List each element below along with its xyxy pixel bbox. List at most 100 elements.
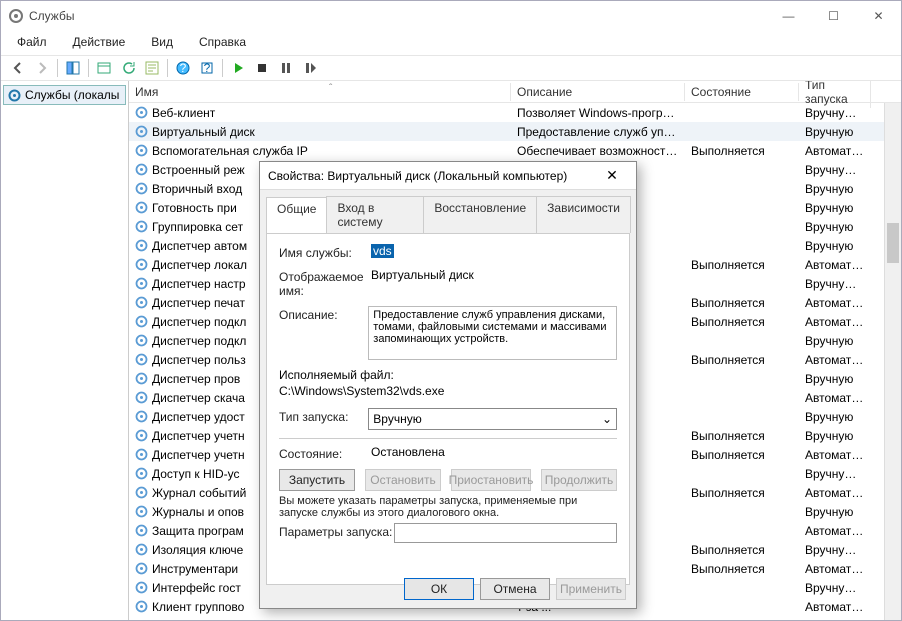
service-state-value: Остановлена	[371, 445, 617, 459]
restart-service-button[interactable]	[299, 57, 321, 79]
service-state: Выполняется	[685, 258, 799, 272]
gear-icon	[135, 125, 148, 138]
service-desc: Позволяет Windows-програ...	[511, 106, 685, 120]
service-startup: Автоматиче...	[799, 258, 871, 272]
gear-icon	[135, 410, 148, 423]
service-properties-dialog: Свойства: Виртуальный диск (Локальный ко…	[259, 161, 637, 609]
service-name: Встроенный реж	[152, 163, 245, 177]
service-name: Веб-клиент	[152, 106, 215, 120]
service-name: Изоляция ключе	[152, 543, 243, 557]
service-startup: Вручную	[799, 334, 871, 348]
tree-node-label: Службы (локалы	[25, 88, 119, 102]
dialog-titlebar: Свойства: Виртуальный диск (Локальный ко…	[260, 162, 636, 190]
service-name: Виртуальный диск	[152, 125, 255, 139]
service-name: Интерфейс гост	[152, 581, 241, 595]
gear-icon	[135, 201, 148, 214]
service-name: Готовность при	[152, 201, 237, 215]
menu-file[interactable]: Файл	[13, 33, 51, 51]
help-button-2[interactable]: ?	[196, 57, 218, 79]
service-name: Вспомогательная служба IP	[152, 144, 308, 158]
col-header-name[interactable]: Имя	[129, 83, 511, 101]
ok-button[interactable]: ОК	[404, 578, 474, 600]
tree-sidebar: Службы (локалы	[1, 81, 129, 620]
tab-dependencies[interactable]: Зависимости	[536, 196, 631, 233]
maximize-button[interactable]: ☐	[811, 1, 856, 31]
vertical-scrollbar[interactable]	[884, 103, 901, 620]
tree-node-services-local[interactable]: Службы (локалы	[3, 85, 126, 105]
dialog-tabs: Общие Вход в систему Восстановление Зави…	[260, 190, 636, 233]
service-row[interactable]: Веб-клиент Позволяет Windows-програ... Вру…	[129, 103, 901, 122]
show-hide-tree-button[interactable]	[62, 57, 84, 79]
service-state: Выполняется	[685, 543, 799, 557]
stop-button: Остановить	[365, 469, 441, 491]
tab-general[interactable]: Общие	[266, 197, 327, 234]
description-box[interactable]: Предоставление служб управления дисками,…	[368, 306, 617, 360]
cancel-button[interactable]: Отмена	[480, 578, 550, 600]
service-startup: Автоматиче...	[799, 296, 871, 310]
back-button[interactable]	[7, 57, 29, 79]
service-name: Клиент группово	[152, 600, 244, 614]
col-header-startup[interactable]: Тип запуска	[799, 81, 871, 108]
forward-button[interactable]	[31, 57, 53, 79]
service-state: Выполняется	[685, 296, 799, 310]
service-name: Диспетчер учетн	[152, 429, 245, 443]
gear-icon	[135, 182, 148, 195]
service-startup: Автоматиче...	[799, 448, 871, 462]
service-startup: Автоматиче...	[799, 315, 871, 329]
gear-icon	[135, 258, 148, 271]
main-titlebar: Службы — ☐ ✕	[1, 1, 901, 31]
service-startup: Вручную (ак...	[799, 106, 871, 120]
stop-service-button[interactable]	[251, 57, 273, 79]
service-startup: Вручную	[799, 201, 871, 215]
sort-asc-icon: ˆ	[329, 83, 332, 94]
gear-icon	[135, 543, 148, 556]
col-header-state[interactable]: Состояние	[685, 83, 799, 101]
menu-view[interactable]: Вид	[147, 33, 177, 51]
start-button[interactable]: Запустить	[279, 469, 355, 491]
tab-recovery[interactable]: Восстановление	[423, 196, 537, 233]
startup-type-select[interactable]: Вручную ⌄	[368, 408, 617, 430]
dialog-close-button[interactable]: ✕	[596, 167, 628, 184]
service-startup: Автоматиче...	[799, 391, 871, 405]
service-name: Диспетчер польз	[152, 353, 246, 367]
menu-action[interactable]: Действие	[69, 33, 130, 51]
service-startup: Вручную (ак...	[799, 581, 871, 595]
close-button[interactable]: ✕	[856, 1, 901, 31]
service-startup: Вручную (ак...	[799, 543, 871, 557]
col-header-description[interactable]: Описание	[511, 83, 685, 101]
service-state: Выполняется	[685, 144, 799, 158]
start-params-input[interactable]	[394, 523, 617, 543]
scrollbar-thumb[interactable]	[887, 223, 899, 263]
gear-icon	[135, 467, 148, 480]
gear-icon	[135, 315, 148, 328]
service-startup: Автоматиче...	[799, 144, 871, 158]
gear-icon	[135, 448, 148, 461]
start-params-note: Вы можете указать параметры запуска, при…	[279, 495, 617, 519]
service-row[interactable]: Виртуальный дискПредоставление служб упр…	[129, 122, 901, 141]
refresh-button[interactable]	[117, 57, 139, 79]
start-service-button[interactable]	[227, 57, 249, 79]
help-button[interactable]: ?	[172, 57, 194, 79]
export-list-button[interactable]	[93, 57, 115, 79]
properties-button[interactable]	[141, 57, 163, 79]
tab-logon[interactable]: Вход в систему	[326, 196, 424, 233]
gear-icon	[135, 429, 148, 442]
service-state: Выполняется	[685, 429, 799, 443]
service-name-value[interactable]: vds	[371, 244, 394, 258]
executable-path: C:\Windows\System32\vds.exe	[279, 384, 617, 398]
display-name-value: Виртуальный диск	[371, 268, 617, 282]
service-name: Группировка сет	[152, 220, 243, 234]
menu-help[interactable]: Справка	[195, 33, 250, 51]
service-startup: Вручную	[799, 505, 871, 519]
service-name: Доступ к HID-ус	[152, 467, 240, 481]
tab-general-panel: Имя службы: vds Отображаемое имя: Виртуа…	[266, 233, 630, 585]
service-row[interactable]: Вспомогательная служба IPОбеспечивает во…	[129, 141, 901, 160]
label-startup-type: Тип запуска:	[279, 408, 368, 424]
service-startup: Вручную	[799, 429, 871, 443]
service-name: Диспетчер локал	[152, 258, 247, 272]
minimize-button[interactable]: —	[766, 1, 811, 31]
pause-service-button[interactable]	[275, 57, 297, 79]
service-startup: Вручную (ак...	[799, 277, 871, 291]
service-name: Диспетчер печат	[152, 296, 245, 310]
service-startup: Вручную (ак...	[799, 467, 871, 481]
